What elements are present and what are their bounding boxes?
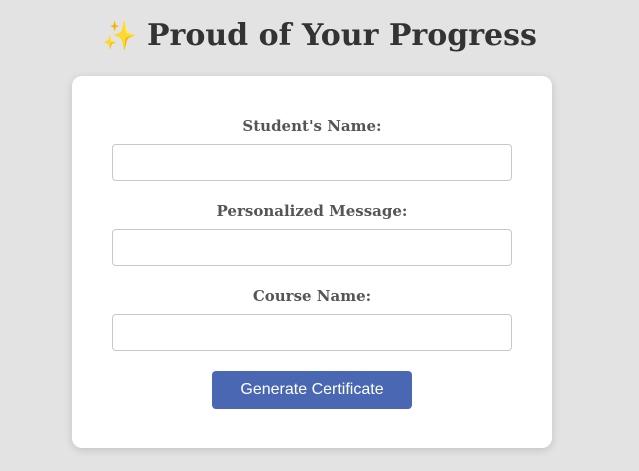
student-name-label: Student's Name: — [242, 117, 382, 135]
page: ✨ Proud of Your Progress Student's Name: … — [0, 0, 639, 471]
sparkles-icon: ✨ — [102, 19, 137, 52]
course-name-input[interactable] — [112, 314, 512, 351]
personalized-message-input[interactable] — [112, 229, 512, 266]
personalized-message-label: Personalized Message: — [216, 202, 408, 220]
student-name-input[interactable] — [112, 144, 512, 181]
page-title-text: Proud of Your Progress — [147, 18, 537, 53]
certificate-form-card: Student's Name: Personalized Message: Co… — [72, 76, 552, 448]
generate-certificate-button[interactable]: Generate Certificate — [212, 371, 412, 409]
page-title: ✨ Proud of Your Progress — [0, 16, 639, 56]
course-name-label: Course Name: — [252, 287, 372, 305]
